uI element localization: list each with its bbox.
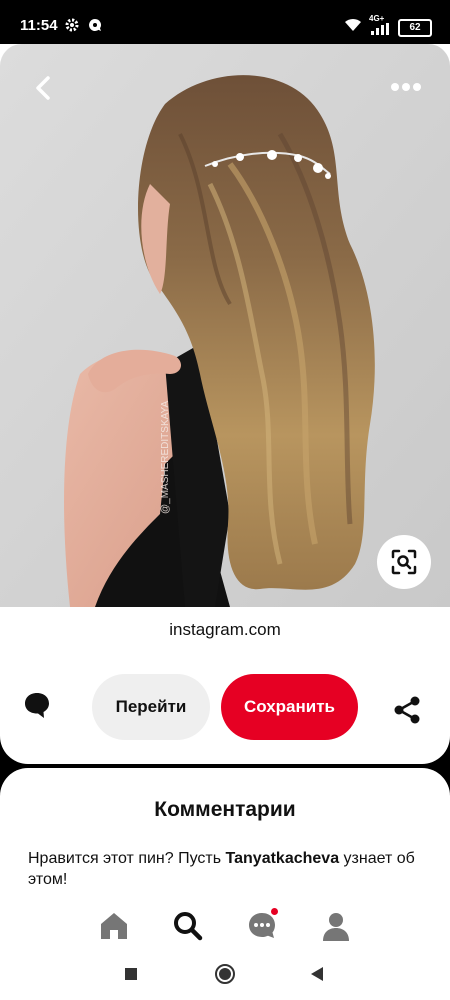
nav-profile[interactable]	[318, 908, 354, 944]
signal-icon	[371, 22, 391, 40]
comments-title: Комментарии	[154, 798, 296, 821]
system-nav-bar	[0, 948, 450, 1000]
more-options-button[interactable]	[386, 72, 426, 102]
chat-notification-icon	[87, 17, 103, 38]
home-system-button[interactable]	[213, 962, 237, 986]
pin-image[interactable]: @_MASHEREDITSKAYA	[0, 44, 450, 607]
nav-search[interactable]	[170, 908, 206, 944]
battery-indicator: 62	[398, 19, 432, 37]
circle-icon	[215, 964, 235, 984]
wifi-icon	[343, 17, 363, 38]
pin-card: @_MASHEREDITSKAYA instagram.com Перейти …	[0, 44, 450, 764]
speech-bubble-icon	[25, 693, 49, 718]
visual-search-button[interactable]	[377, 535, 431, 589]
home-icon	[101, 913, 127, 939]
comments-prompt-text: Нравится этот пин? Пусть	[28, 850, 226, 867]
status-time: 11:54	[20, 17, 58, 34]
triangle-back-icon	[311, 967, 323, 981]
lens-search-icon	[391, 549, 417, 575]
comments-prompt: Нравится этот пин? Пусть Tanyatkacheva у…	[28, 848, 428, 890]
profile-icon	[323, 913, 349, 941]
visit-button[interactable]: Перейти	[92, 674, 210, 740]
notification-dot	[271, 908, 278, 915]
image-watermark: @_MASHEREDITSKAYA	[160, 401, 171, 514]
comments-prompt-user[interactable]: Tanyatkacheva	[226, 850, 340, 867]
more-dots-icon	[391, 83, 421, 91]
square-icon	[125, 968, 137, 980]
chevron-left-icon	[36, 76, 50, 100]
bottom-nav	[0, 906, 450, 948]
source-link[interactable]: instagram.com	[0, 620, 450, 640]
search-icon	[174, 912, 203, 941]
save-button[interactable]: Сохранить	[221, 674, 358, 740]
share-button[interactable]	[392, 695, 422, 725]
back-system-button[interactable]	[305, 962, 329, 986]
settings-gear-icon	[64, 17, 80, 38]
nav-home[interactable]	[96, 908, 132, 944]
share-icon	[394, 696, 420, 724]
back-button[interactable]	[24, 68, 64, 108]
recent-apps-button[interactable]	[119, 962, 143, 986]
nav-messages[interactable]	[244, 908, 280, 944]
comment-button[interactable]	[22, 690, 52, 720]
